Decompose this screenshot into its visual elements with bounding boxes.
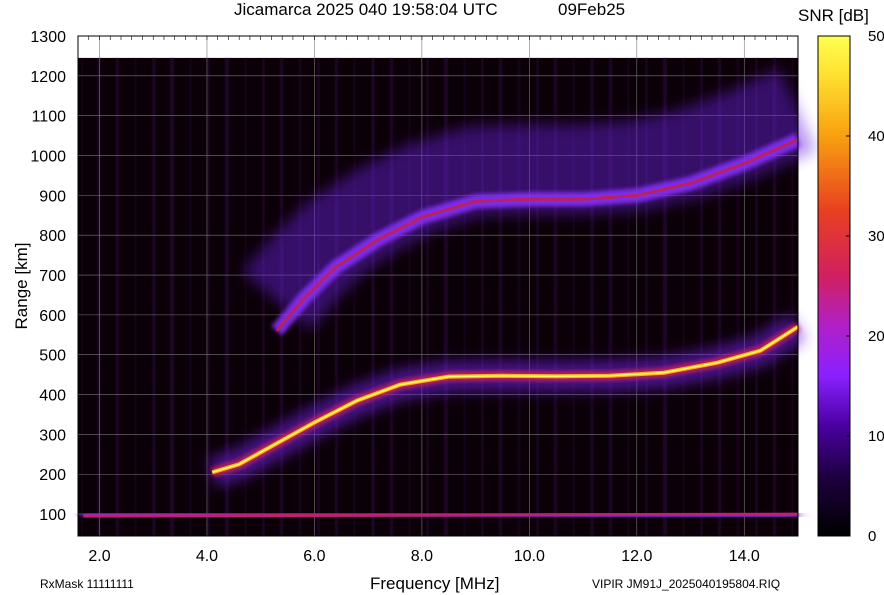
y-tick-label: 700 — [39, 268, 66, 285]
y-tick-label: 200 — [39, 467, 66, 484]
x-tick-label: 10.0 — [514, 548, 545, 565]
colorbar-tick-label: 10 — [868, 428, 884, 445]
colorbar-tick-label: 20 — [868, 328, 884, 345]
x-tick-label: 8.0 — [411, 548, 433, 565]
x-tick-label: 12.0 — [621, 548, 652, 565]
colorbar-gradient — [817, 35, 851, 537]
trace-e-region — [83, 494, 799, 537]
x-tick-label: 6.0 — [303, 548, 325, 565]
y-tick-label: 500 — [39, 348, 66, 365]
y-tick-label: 1000 — [30, 149, 66, 166]
colorbar-tick-label: 40 — [868, 128, 884, 145]
y-tick-label: 1100 — [32, 109, 67, 126]
y-tick-label: 1200 — [30, 69, 66, 86]
y-tick-label: 900 — [39, 188, 66, 205]
ionogram-chart: 1002003004005006007008009001000110012001… — [30, 28, 884, 565]
trace-core — [83, 512, 799, 518]
x-tick-label: 4.0 — [196, 548, 218, 565]
x-tick-label: 14.0 — [729, 548, 760, 565]
colorbar-tick-label: 50 — [868, 28, 884, 45]
x-tick-label: 2.0 — [88, 548, 110, 565]
colorbar-tick-label: 30 — [868, 228, 884, 245]
colorbar-tick-label: 0 — [868, 528, 876, 545]
y-tick-label: 600 — [39, 308, 66, 325]
y-tick-label: 400 — [39, 388, 66, 405]
y-tick-label: 1300 — [30, 29, 66, 46]
y-tick-label: 800 — [39, 228, 66, 245]
colorbar: 0 10 20 30 40 50 — [817, 28, 884, 545]
y-tick-label: 100 — [39, 507, 66, 524]
y-tick-label: 300 — [39, 427, 66, 444]
